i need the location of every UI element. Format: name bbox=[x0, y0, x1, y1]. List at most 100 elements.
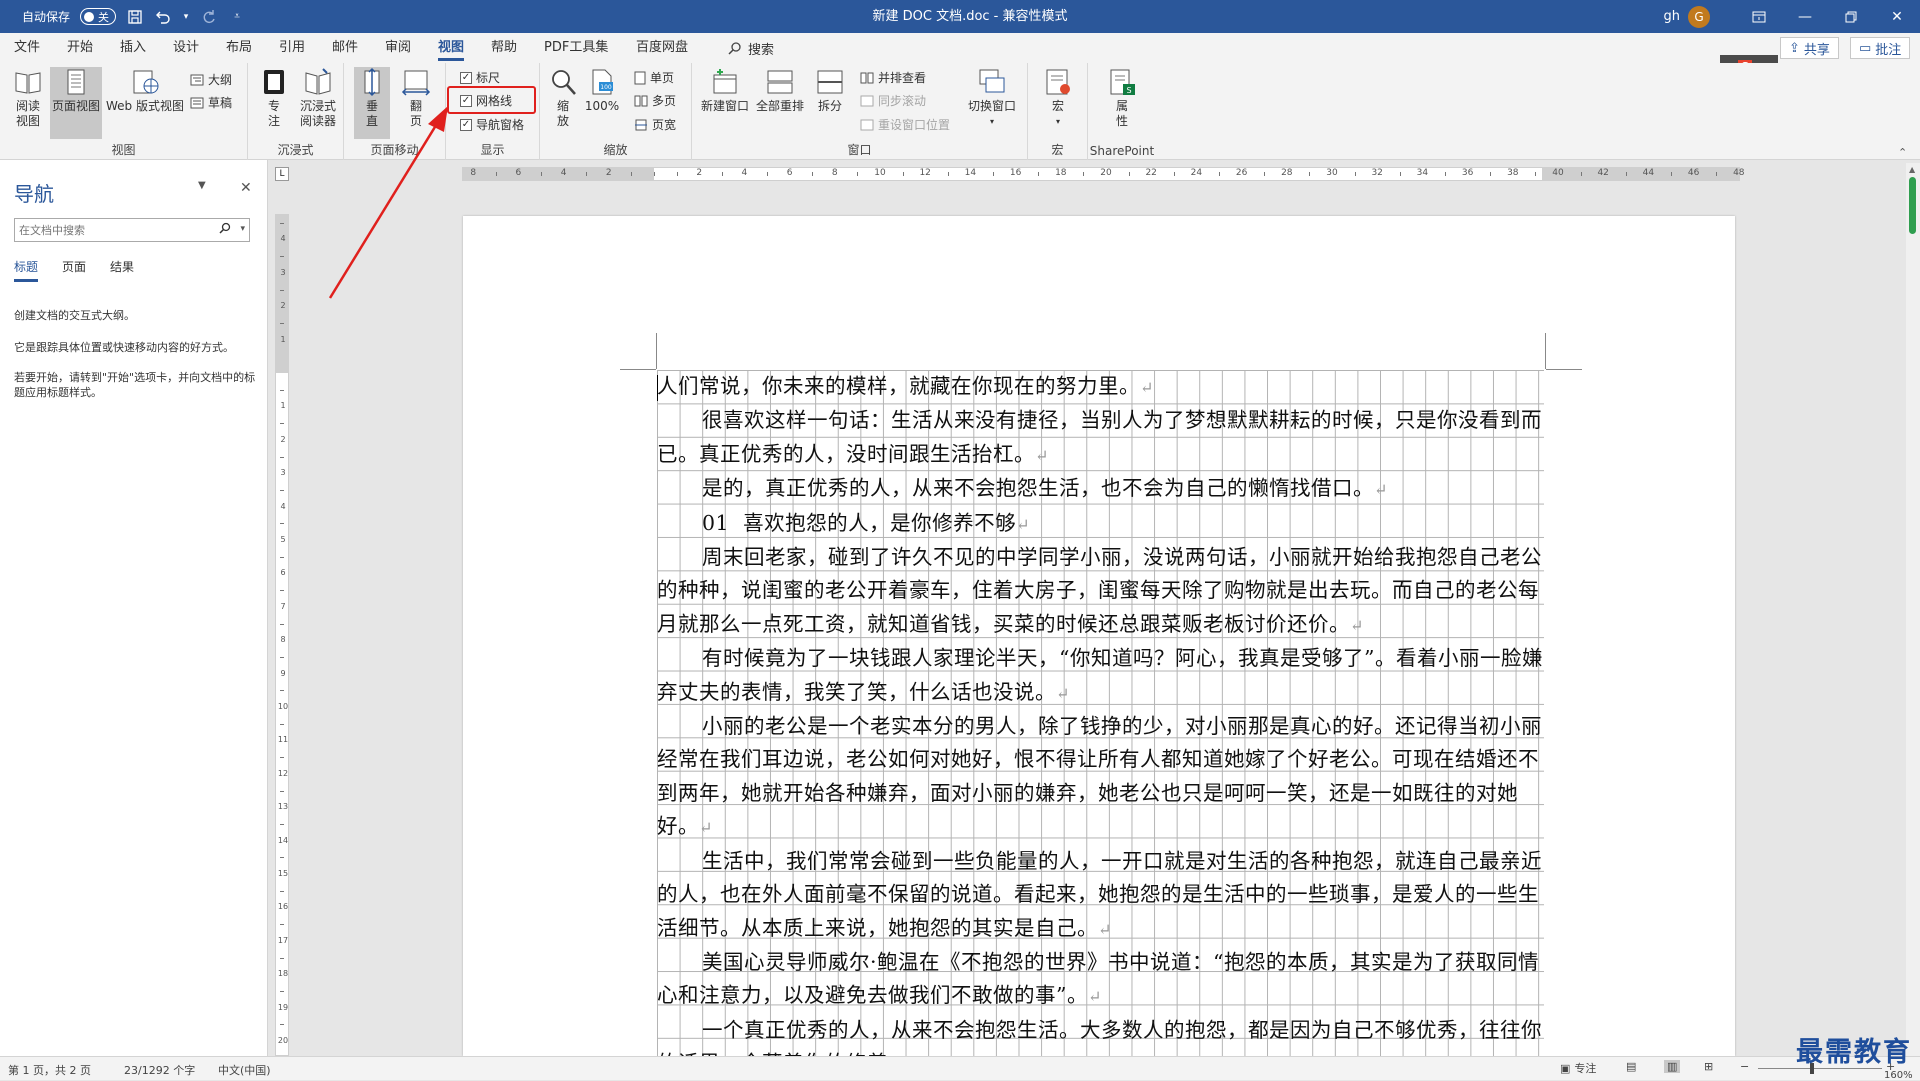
focus-mode-button[interactable]: ▣ 专注 bbox=[1560, 1060, 1596, 1076]
group-views: 阅读 视图 页面视图 Web 版式视图 大纲 草稿 视图 bbox=[0, 63, 248, 160]
close-icon[interactable]: ✕ bbox=[1874, 0, 1920, 33]
language[interactable]: 中文(中国) bbox=[218, 1062, 271, 1078]
document-paragraph[interactable]: 是的，真正优秀的人，从来不会抱怨生活，也不会为自己的懒惰找借口。↵ bbox=[657, 472, 1544, 506]
document-paragraph[interactable]: 生活中，我们常常会碰到一些负能量的人，一开口就是对生活的各种抱怨，就连自己最亲近… bbox=[657, 845, 1544, 946]
navigation-pane-checkbox[interactable]: ✓ 导航窗格 bbox=[460, 116, 524, 133]
ruler-number: 6 bbox=[277, 568, 289, 577]
vertical-scrollbar[interactable]: ▲ bbox=[1906, 163, 1920, 1056]
scroll-thumb[interactable] bbox=[1909, 177, 1916, 234]
tab-insert[interactable]: 插入 bbox=[120, 33, 146, 63]
read-mode-status-icon[interactable]: ▤ bbox=[1626, 1060, 1636, 1073]
ruler-checkbox[interactable]: ✓ 标尺 bbox=[460, 69, 500, 86]
ruler-tick bbox=[280, 557, 284, 558]
tab-selector-icon[interactable]: L bbox=[275, 167, 289, 181]
tab-baidu-netdisk[interactable]: 百度网盘 bbox=[636, 33, 688, 63]
arrange-all-button[interactable]: 全部重排 bbox=[754, 67, 806, 114]
zoom-button[interactable]: 缩 放 bbox=[546, 67, 580, 129]
account[interactable]: gh G bbox=[1664, 6, 1711, 28]
split-button[interactable]: 拆分 bbox=[810, 67, 850, 114]
one-page-button[interactable]: 单页 bbox=[634, 69, 674, 86]
multiple-pages-button[interactable]: 多页 bbox=[634, 92, 676, 109]
web-layout-label: Web 版式视图 bbox=[106, 99, 184, 114]
nav-options-icon[interactable]: ▼ bbox=[198, 180, 206, 191]
ruler-tick bbox=[280, 390, 284, 391]
tab-help[interactable]: 帮助 bbox=[491, 33, 517, 63]
read-mode-button[interactable]: 阅读 视图 bbox=[8, 67, 48, 129]
nav-tab-headings[interactable]: 标题 bbox=[14, 258, 38, 282]
web-layout-button[interactable]: Web 版式视图 bbox=[104, 67, 186, 114]
document-paragraph[interactable]: 01 喜欢抱怨的人，是你修养不够↵ bbox=[657, 507, 1544, 541]
autosave-label: 自动保存 bbox=[22, 8, 70, 25]
focus-button[interactable]: 专 注 bbox=[256, 67, 292, 129]
ruler-number: 18 bbox=[1055, 168, 1066, 178]
title-bar: 自动保存 关 ▾ ⩡ 新建 DOC 文档.doc - 兼容性模式 gh G — … bbox=[0, 0, 1920, 33]
restore-icon[interactable] bbox=[1828, 0, 1874, 33]
tab-pdf-tools[interactable]: PDF工具集 bbox=[544, 33, 608, 63]
save-icon[interactable] bbox=[126, 8, 144, 26]
nav-search-icon[interactable] bbox=[219, 222, 231, 238]
document-paragraph[interactable]: 小丽的老公是一个老实本分的男人，除了钱挣的少，对小丽那是真心的好。还记得当初小丽… bbox=[657, 710, 1544, 845]
macros-button[interactable]: 宏 ▾ bbox=[1040, 67, 1076, 129]
zoom-100-button[interactable]: 100 100% bbox=[582, 67, 622, 114]
tab-view[interactable]: 视图 bbox=[438, 33, 464, 63]
tab-review[interactable]: 审阅 bbox=[385, 33, 411, 63]
document-paragraph[interactable]: 美国心灵导师威尔·鲍温在《不抱怨的世界》书中说道：“抱怨的本质，其实是为了获取同… bbox=[657, 946, 1544, 1014]
page-info[interactable]: 第 1 页，共 2 页 bbox=[8, 1062, 91, 1078]
document-paragraph[interactable]: 有时候竟为了一块钱跟人家理论半天，“你知道吗？阿心，我真是受够了”。看着小丽一脸… bbox=[657, 642, 1544, 710]
switch-windows-button[interactable]: 切换窗口 ▾ bbox=[964, 67, 1020, 129]
properties-button[interactable]: S 属 性 bbox=[1104, 67, 1140, 129]
paragraph-mark-icon: ↵ bbox=[1056, 684, 1070, 703]
group-window: 新建窗口 全部重排 拆分 并排查看 同步滚动 重设窗口位置 切换窗口 ▾ 窗口 bbox=[692, 63, 1028, 160]
tab-file[interactable]: 文件 bbox=[14, 33, 40, 63]
page-width-button[interactable]: 页宽 bbox=[634, 116, 676, 133]
ribbon-display-options-icon[interactable] bbox=[1736, 0, 1782, 33]
tab-mailings[interactable]: 邮件 bbox=[332, 33, 358, 63]
document-paragraph[interactable]: 人们常说，你未来的模样，就藏在你现在的努力里。↵ bbox=[657, 370, 1544, 404]
scroll-up-icon[interactable]: ▲ bbox=[1909, 165, 1915, 174]
web-layout-status-icon[interactable]: ⊞ bbox=[1704, 1060, 1713, 1073]
document-paragraph[interactable]: 周末回老家，碰到了许久不见的中学同学小丽，没说两句话，小丽就开始给我抱怨自己老公… bbox=[657, 541, 1544, 642]
nav-tab-results[interactable]: 结果 bbox=[110, 258, 134, 282]
comments-button[interactable]: ▭ 批注 bbox=[1850, 37, 1910, 59]
ruler-number: 14 bbox=[965, 168, 976, 178]
zoom-out-icon[interactable]: − bbox=[1740, 1060, 1749, 1073]
document-paragraph[interactable]: 很喜欢这样一句话：生活从来没有捷径，当别人为了梦想默默耕耘的时候，只是你没看到而… bbox=[657, 404, 1544, 472]
view-side-by-side-button[interactable]: 并排查看 bbox=[860, 69, 926, 86]
outline-button[interactable]: 大纲 bbox=[190, 71, 232, 88]
autosave-toggle[interactable]: 关 bbox=[80, 8, 116, 25]
print-layout-button[interactable]: 页面视图 bbox=[50, 67, 102, 139]
reset-window-position-button[interactable]: 重设窗口位置 bbox=[860, 116, 950, 133]
print-layout-status-icon[interactable]: ▥ bbox=[1664, 1060, 1680, 1073]
tab-design[interactable]: 设计 bbox=[173, 33, 199, 63]
user-name: gh bbox=[1664, 9, 1681, 24]
nav-search-dropdown-icon[interactable]: ▾ bbox=[240, 224, 245, 234]
document-paragraph[interactable]: 一个真正优秀的人，从来不会抱怨生活。大多数人的抱怨，都是因为自己不够优秀，往往你… bbox=[657, 1014, 1544, 1056]
ruler-tick bbox=[1219, 172, 1220, 176]
page-width-icon bbox=[634, 118, 648, 132]
nav-search-input[interactable] bbox=[15, 219, 205, 241]
tab-home[interactable]: 开始 bbox=[67, 33, 93, 63]
crop-mark bbox=[1545, 333, 1546, 369]
redo-icon[interactable] bbox=[200, 8, 218, 26]
tell-me-search[interactable]: 搜索 bbox=[728, 33, 774, 63]
tab-layout[interactable]: 布局 bbox=[226, 33, 252, 63]
minimize-icon[interactable]: — bbox=[1782, 0, 1828, 33]
zoom-level[interactable]: 160% bbox=[1884, 1070, 1913, 1081]
document-body[interactable]: 人们常说，你未来的模样，就藏在你现在的努力里。↵很喜欢这样一句话：生活从来没有捷… bbox=[657, 370, 1544, 1056]
horizontal-ruler[interactable]: 8642246810121416182022242628303234363840… bbox=[462, 165, 1740, 183]
vertical-ruler[interactable]: 43211234567891011121314151617181920 bbox=[275, 214, 289, 1056]
collapse-ribbon-icon[interactable]: ⌃ bbox=[1898, 146, 1907, 159]
customize-toolbar-icon[interactable]: ⩡ bbox=[228, 8, 246, 26]
nav-tab-pages[interactable]: 页面 bbox=[62, 258, 86, 282]
paragraph-mark-icon: ↵ bbox=[1035, 446, 1049, 465]
ruler-number: 12 bbox=[919, 168, 930, 178]
share-button[interactable]: ⇪ 共享 bbox=[1780, 37, 1839, 59]
draft-button[interactable]: 草稿 bbox=[190, 94, 232, 111]
undo-dropdown-icon[interactable]: ▾ bbox=[182, 8, 190, 26]
new-window-button[interactable]: 新建窗口 bbox=[700, 67, 750, 114]
undo-icon[interactable] bbox=[154, 8, 172, 26]
word-count[interactable]: 23/1292 个字 bbox=[124, 1062, 195, 1078]
tab-references[interactable]: 引用 bbox=[279, 33, 305, 63]
nav-close-icon[interactable]: ✕ bbox=[240, 180, 252, 196]
synchronous-scrolling-button[interactable]: 同步滚动 bbox=[860, 92, 926, 109]
